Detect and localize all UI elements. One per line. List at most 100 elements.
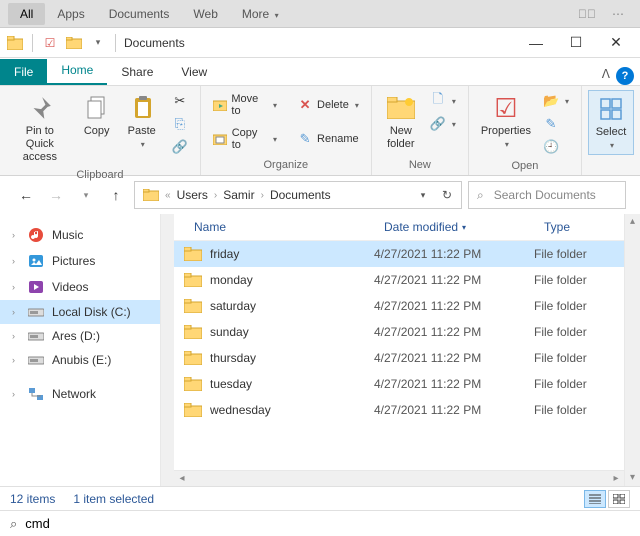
address-dropdown[interactable]: ▾	[411, 190, 435, 201]
chevron-right-icon[interactable]: ›	[12, 331, 22, 341]
table-row[interactable]: sunday4/27/2021 11:22 PMFile folder	[174, 319, 624, 345]
table-row[interactable]: tuesday4/27/2021 11:22 PMFile folder	[174, 371, 624, 397]
collapse-ribbon-icon[interactable]: ᐱ	[596, 63, 616, 85]
forward-button[interactable]: →	[44, 183, 68, 207]
scroll-up-icon[interactable]: ▴	[625, 214, 640, 230]
breadcrumb-seg[interactable]: Users	[173, 188, 212, 202]
table-row[interactable]: monday4/27/2021 11:22 PMFile folder	[174, 267, 624, 293]
sidebar-item[interactable]: ›Anubis (E:)	[0, 348, 160, 372]
column-headers: Name Date modified▾ Type	[174, 214, 624, 241]
chevron-right-icon[interactable]: ›	[12, 307, 22, 317]
refresh-button[interactable]: ↻	[435, 188, 459, 202]
qat-dropdown-icon[interactable]: ▾	[87, 32, 109, 54]
scissors-icon: ✂	[172, 93, 188, 109]
paste-button[interactable]: Paste ▾	[120, 90, 166, 153]
tab-file[interactable]: File	[0, 59, 47, 85]
copy-button[interactable]: Copy	[74, 90, 120, 140]
edit-button[interactable]: ✎	[539, 113, 573, 135]
col-type[interactable]: Type	[544, 220, 624, 234]
delete-button[interactable]: ✕Delete▾	[293, 94, 363, 116]
table-row[interactable]: friday4/27/2021 11:22 PMFile folder	[174, 241, 624, 267]
copy-to-button[interactable]: Copy to▾	[209, 128, 281, 150]
path-icon: ⎘	[172, 116, 188, 132]
tab-all[interactable]: All	[8, 3, 45, 25]
history-button[interactable]: 🕘	[539, 136, 573, 158]
chevron-right-icon[interactable]: ›	[12, 256, 22, 266]
tab-home[interactable]: Home	[47, 57, 107, 85]
tab-apps[interactable]: Apps	[45, 3, 96, 25]
pin-to-quick-access-button[interactable]: Pin to Quick access	[6, 90, 74, 167]
chevron-left-icon[interactable]: «	[163, 190, 173, 201]
close-button[interactable]: ✕	[596, 29, 636, 57]
chevron-right-icon[interactable]: ›	[259, 190, 266, 201]
sidebar-item-network[interactable]: ›Network	[0, 382, 160, 406]
file-date: 4/27/2021 11:22 PM	[374, 299, 534, 313]
table-row[interactable]: wednesday4/27/2021 11:22 PMFile folder	[174, 397, 624, 423]
sidebar-item[interactable]: ›Ares (D:)	[0, 324, 160, 348]
file-name: sunday	[210, 325, 374, 339]
feedback-icon[interactable]: ☐⃕	[570, 3, 604, 25]
sidebar-item[interactable]: ›Pictures	[0, 248, 160, 274]
sidebar-item[interactable]: ›Local Disk (C:)	[0, 300, 160, 324]
paste-shortcut-button[interactable]: 🔗	[168, 136, 192, 158]
horizontal-scrollbar[interactable]: ◂ ▸	[174, 470, 624, 486]
chevron-right-icon[interactable]: ›	[12, 389, 22, 399]
col-name[interactable]: Name	[194, 220, 384, 234]
vertical-scrollbar[interactable]: ▴ ▾	[624, 214, 640, 486]
tab-view[interactable]: View	[167, 59, 221, 85]
search-box[interactable]: ⌕ Search Documents	[468, 181, 626, 209]
table-row[interactable]: saturday4/27/2021 11:22 PMFile folder	[174, 293, 624, 319]
table-row[interactable]: thursday4/27/2021 11:22 PMFile folder	[174, 345, 624, 371]
sidebar-item[interactable]: ›Videos	[0, 274, 160, 300]
tab-share[interactable]: Share	[107, 59, 167, 85]
more-icon[interactable]: ⋯	[604, 3, 632, 25]
help-icon[interactable]: ?	[616, 67, 634, 85]
sidebar-item[interactable]: ›Music	[0, 222, 160, 248]
new-folder-button[interactable]: New folder	[378, 90, 424, 153]
file-name: tuesday	[210, 377, 374, 391]
tab-more[interactable]: More ▾	[230, 3, 291, 25]
back-button[interactable]: ←	[14, 183, 38, 207]
easy-access-button[interactable]: 🔗▾	[426, 113, 460, 135]
explorer-icon[interactable]	[4, 32, 26, 54]
scroll-right-icon[interactable]: ▸	[608, 473, 624, 484]
tab-documents[interactable]: Documents	[97, 3, 182, 25]
file-list[interactable]: friday4/27/2021 11:22 PMFile foldermonda…	[174, 241, 624, 470]
new-item-button[interactable]: 🗋▾	[426, 90, 460, 112]
scroll-left-icon[interactable]: ◂	[174, 473, 190, 484]
up-button[interactable]: ↑	[104, 183, 128, 207]
delete-icon: ✕	[297, 97, 313, 113]
file-type: File folder	[534, 403, 624, 417]
chevron-right-icon[interactable]: ›	[212, 190, 219, 201]
qat-folder-icon[interactable]	[63, 32, 85, 54]
select-button[interactable]: Select▾	[588, 90, 634, 155]
breadcrumb-seg[interactable]: Samir	[219, 188, 258, 202]
cut-button[interactable]: ✂	[168, 90, 192, 112]
folder-icon	[184, 325, 204, 339]
breadcrumb-seg[interactable]: Documents	[266, 188, 335, 202]
run-input[interactable]	[25, 516, 630, 531]
new-item-icon: 🗋	[430, 90, 446, 112]
move-to-button[interactable]: Move to▾	[209, 94, 281, 116]
chevron-right-icon[interactable]: ›	[12, 282, 22, 292]
maximize-button[interactable]: ☐	[556, 29, 596, 57]
sidebar-scrollbar[interactable]	[160, 214, 174, 486]
chevron-right-icon[interactable]: ›	[12, 230, 22, 240]
rename-button[interactable]: ✎Rename	[293, 128, 363, 150]
recent-dropdown[interactable]: ▾	[74, 183, 98, 207]
open-button[interactable]: 📂▾	[539, 90, 573, 112]
col-date[interactable]: Date modified▾	[384, 220, 544, 234]
details-view-button[interactable]	[584, 490, 606, 508]
tab-web[interactable]: Web	[181, 3, 229, 25]
chevron-right-icon[interactable]: ›	[12, 355, 22, 365]
file-name: monday	[210, 273, 374, 287]
properties-button[interactable]: ☑ Properties▾	[475, 90, 537, 153]
thumbnails-view-button[interactable]	[608, 490, 630, 508]
minimize-button[interactable]: ―	[516, 29, 556, 57]
address-bar[interactable]: « Users › Samir › Documents ▾ ↻	[134, 181, 462, 209]
scroll-down-icon[interactable]: ▾	[625, 470, 640, 486]
edit-icon: ✎	[543, 116, 559, 132]
copy-path-button[interactable]: ⎘	[168, 113, 192, 135]
file-date: 4/27/2021 11:22 PM	[374, 351, 534, 365]
qat-properties-icon[interactable]: ☑	[39, 32, 61, 54]
